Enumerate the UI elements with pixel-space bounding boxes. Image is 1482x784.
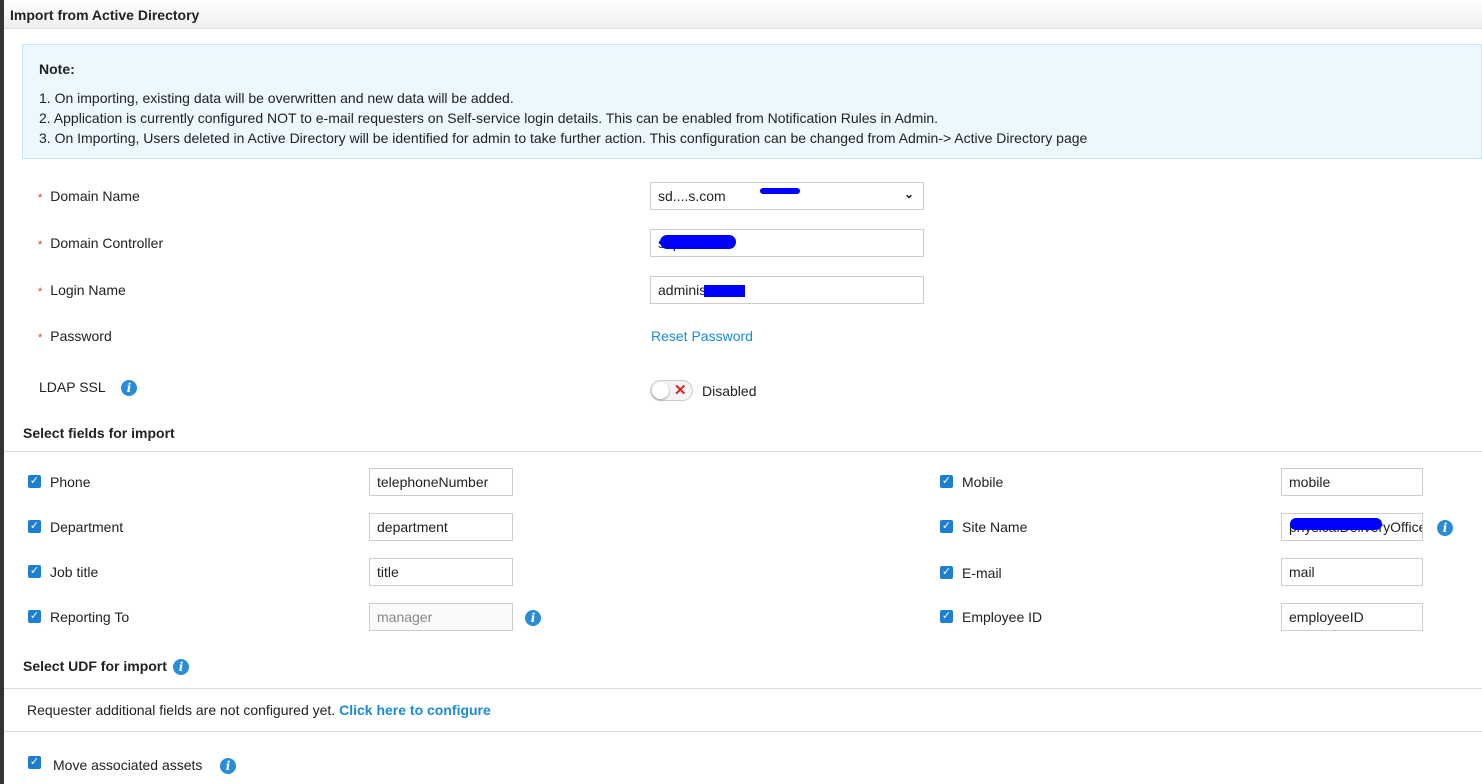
field-label: Job title	[50, 564, 99, 580]
chevron-down-icon: ⌄	[903, 187, 914, 201]
field-label: E-mail	[962, 565, 1002, 581]
divider	[4, 731, 1482, 732]
employee-id-checkbox[interactable]: ✓	[940, 610, 953, 623]
field-label: Department	[50, 519, 124, 535]
domain-name-label: * Domain Name	[38, 188, 140, 204]
page-title: Import from Active Directory	[4, 0, 1482, 29]
note-box: Note: 1. On importing, existing data wil…	[22, 44, 1482, 159]
domain-name-select[interactable]: sd....s.com ⌄	[650, 182, 924, 210]
login-name-input[interactable]: adminis	[650, 276, 924, 304]
job-title-checkbox[interactable]: ✓	[28, 565, 41, 578]
mobile-checkbox[interactable]: ✓	[940, 475, 953, 488]
note-line: 3. On Importing, Users deleted in Active…	[39, 130, 1088, 146]
configure-link[interactable]: Click here to configure	[339, 702, 491, 718]
divider	[4, 451, 1482, 452]
move-assets-checkbox[interactable]: ✓	[28, 756, 41, 769]
phone-checkbox[interactable]: ✓	[28, 475, 41, 488]
mobile-field-input[interactable]: mobile	[1281, 468, 1423, 496]
select-fields-title: Select fields for import	[23, 425, 175, 441]
reporting-to-field-input: manager	[369, 603, 513, 631]
close-icon: ✕	[674, 382, 687, 399]
reporting-to-checkbox[interactable]: ✓	[28, 610, 41, 623]
note-line: 2. Application is currently configured N…	[39, 110, 939, 126]
udf-message: Requester additional fields are not conf…	[27, 702, 491, 718]
info-icon[interactable]: i	[1437, 520, 1453, 536]
ldap-ssl-toggle[interactable]: ✕	[650, 380, 693, 401]
field-label: Site Name	[962, 519, 1028, 535]
employee-id-field-input[interactable]: employeeID	[1281, 603, 1423, 631]
field-label: Employee ID	[962, 609, 1043, 625]
department-checkbox[interactable]: ✓	[28, 520, 41, 533]
domain-controller-label: * Domain Controller	[38, 235, 164, 251]
window-edge	[0, 0, 4, 784]
job-title-field-input[interactable]: title	[369, 558, 513, 586]
email-checkbox[interactable]: ✓	[940, 566, 953, 579]
redaction	[704, 285, 745, 297]
field-label: Reporting To	[50, 609, 130, 625]
redaction	[660, 235, 736, 249]
reset-password-link[interactable]: Reset Password	[651, 328, 753, 344]
login-name-label: * Login Name	[38, 282, 126, 298]
info-icon[interactable]: i	[121, 380, 137, 396]
divider	[4, 688, 1482, 689]
password-label: * Password	[38, 328, 112, 344]
info-icon[interactable]: i	[525, 610, 541, 626]
department-field-input[interactable]: department	[369, 513, 513, 541]
field-label: Mobile	[962, 474, 1004, 490]
redaction	[1290, 518, 1382, 530]
info-icon[interactable]: i	[173, 659, 189, 675]
redaction	[760, 188, 800, 194]
move-assets-label: Move associated assets	[53, 757, 203, 773]
phone-field-input[interactable]: telephoneNumber	[369, 468, 513, 496]
ldap-ssl-state: Disabled	[702, 383, 757, 399]
note-line: 1. On importing, existing data will be o…	[39, 90, 514, 106]
field-label: Phone	[50, 474, 91, 490]
note-title: Note:	[39, 61, 75, 77]
ldap-ssl-label: LDAP SSL	[39, 379, 106, 395]
site-name-checkbox[interactable]: ✓	[940, 520, 953, 533]
email-field-input[interactable]: mail	[1281, 558, 1423, 586]
select-udf-title: Select UDF for import	[23, 658, 167, 674]
info-icon[interactable]: i	[220, 758, 236, 774]
